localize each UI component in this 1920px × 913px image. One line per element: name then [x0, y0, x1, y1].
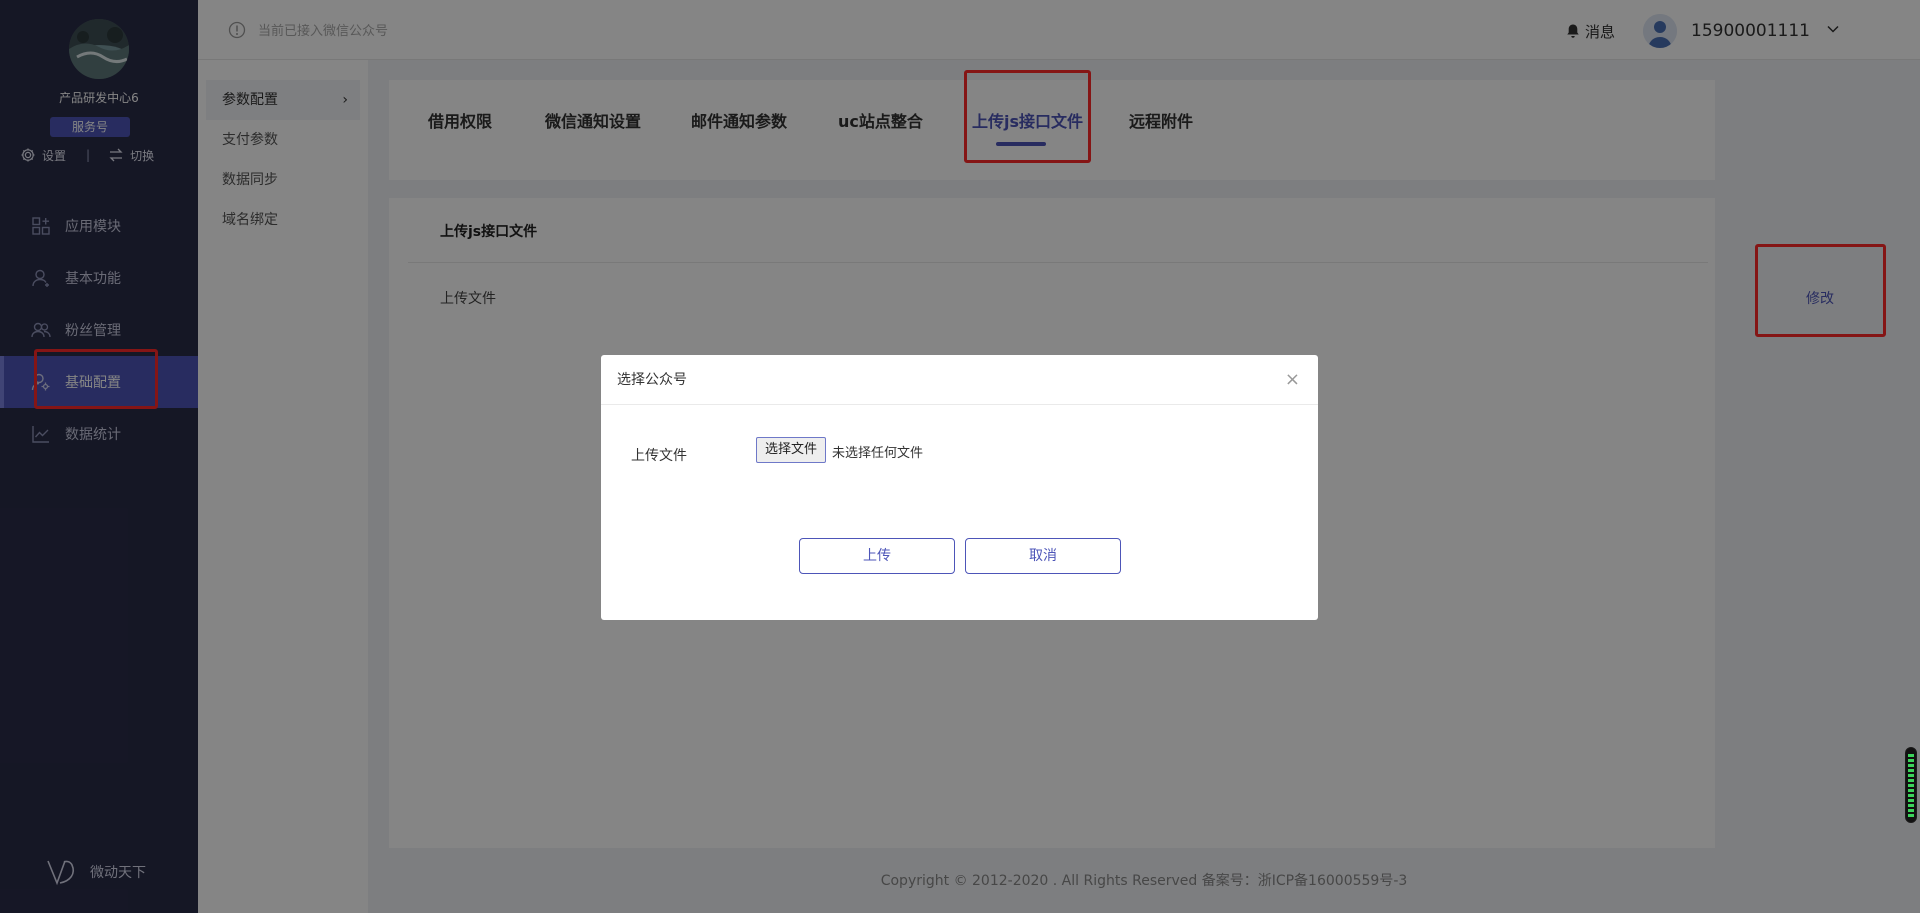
- scrollbar-grip: [1908, 754, 1914, 818]
- modal-field-label: 上传文件: [631, 448, 687, 464]
- select-account-modal: 选择公众号 × 上传文件 选择文件 未选择任何文件 上传 取消: [601, 355, 1318, 620]
- cancel-button[interactable]: 取消: [965, 538, 1121, 574]
- modal-title: 选择公众号: [617, 372, 687, 388]
- modal-header: 选择公众号 ×: [601, 355, 1318, 405]
- upload-button[interactable]: 上传: [799, 538, 955, 574]
- file-status-text: 未选择任何文件: [832, 446, 924, 461]
- close-icon[interactable]: ×: [1285, 355, 1300, 405]
- choose-file-button[interactable]: 选择文件: [756, 437, 827, 463]
- scrollbar-thumb[interactable]: [1905, 747, 1917, 823]
